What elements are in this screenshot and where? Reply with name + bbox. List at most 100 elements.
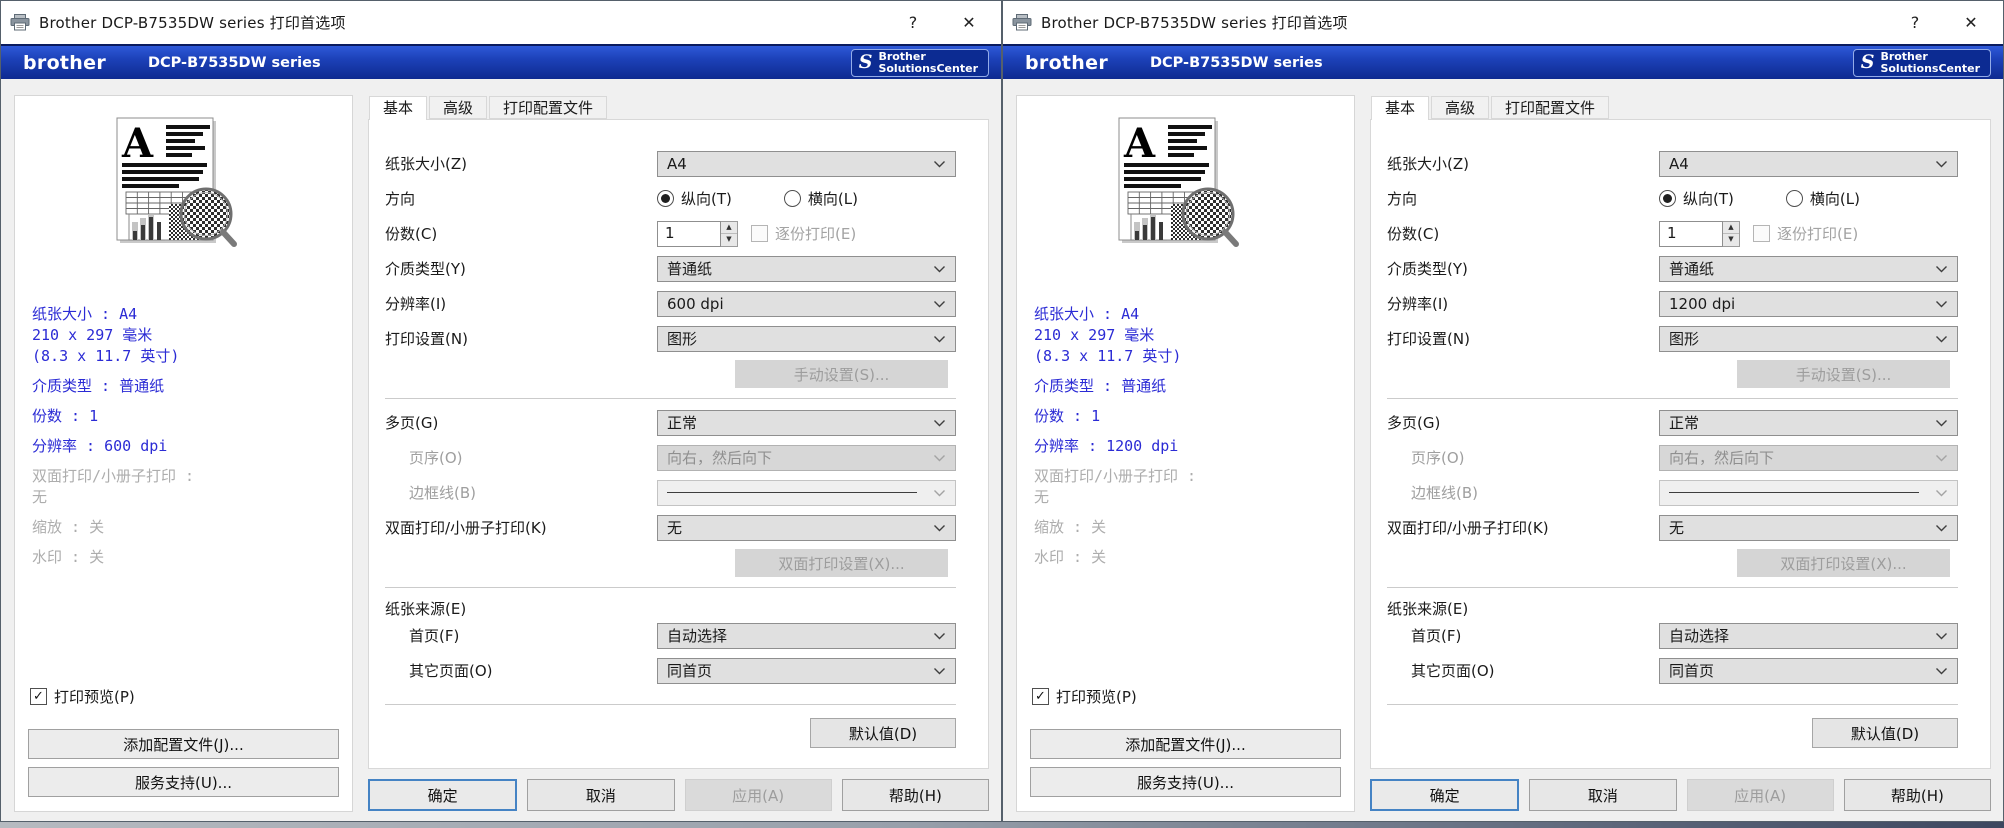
titlebar-help-button[interactable]: ? — [885, 1, 941, 44]
copies-label: 份数(C) — [1387, 225, 1440, 243]
print-settings-select[interactable]: 图形 — [657, 325, 956, 352]
duplex-select[interactable]: 无 — [1659, 514, 1958, 541]
tab-print-profiles[interactable]: 打印配置文件 — [489, 96, 608, 119]
collate-checkbox — [751, 225, 768, 242]
summary-dimensions-mm: 210 x 297 毫米 — [1034, 326, 1155, 344]
defaults-button[interactable]: 默认值(D) — [810, 718, 956, 748]
tab-basic[interactable]: 基本 — [1371, 96, 1430, 120]
solutions-center-button[interactable]: S Brother SolutionsCenter — [1852, 48, 1991, 77]
multiple-page-select[interactable]: 正常 — [657, 409, 956, 436]
apply-button: 应用(A) — [1686, 779, 1834, 811]
page-order-select: 向右，然后向下 — [657, 444, 956, 471]
multiple-page-label: 多页(G) — [385, 414, 439, 432]
chevron-down-icon — [1936, 454, 1947, 461]
summary-dimensions-inch: (8.3 x 11.7 英寸) — [1034, 347, 1182, 365]
brother-banner: brother DCP-B7535DW series S Brother Sol… — [1003, 44, 2003, 79]
help-button[interactable]: 帮助(H) — [1843, 779, 1991, 811]
chevron-down-icon — [934, 419, 945, 426]
copies-stepper: 1 ▲ ▼ — [1659, 220, 1740, 247]
media-type-select[interactable]: 普通纸 — [1659, 255, 1958, 282]
chevron-down-icon — [1936, 667, 1947, 674]
tab-print-profiles[interactable]: 打印配置文件 — [1491, 96, 1610, 119]
summary-duplex: 双面打印/小册子打印 : — [32, 467, 195, 485]
window-titlebar: Brother DCP-B7535DW series 打印首选项 ? ✕ — [1003, 1, 2003, 44]
printer-model-label: DCP-B7535DW series — [148, 54, 321, 71]
chevron-down-icon — [934, 454, 945, 461]
add-profile-button[interactable]: 添加配置文件(J)... — [28, 729, 339, 759]
copies-decrement-button[interactable]: ▼ — [721, 234, 737, 246]
paper-size-select[interactable]: A4 — [657, 150, 956, 177]
summary-copies: 份数 : 1 — [32, 407, 99, 425]
chevron-down-icon — [1936, 524, 1947, 531]
add-profile-button[interactable]: 添加配置文件(J)... — [1030, 729, 1341, 759]
tab-advanced[interactable]: 高级 — [1431, 96, 1490, 119]
help-button[interactable]: 帮助(H) — [841, 779, 989, 811]
radio-selected-icon — [1659, 190, 1676, 207]
other-pages-select[interactable]: 同首页 — [1659, 657, 1958, 684]
tab-advanced[interactable]: 高级 — [429, 96, 488, 119]
summary-resolution: 分辨率 : 1200 dpi — [1034, 437, 1179, 455]
copies-decrement-button[interactable]: ▼ — [1723, 234, 1739, 246]
copies-increment-button[interactable]: ▲ — [721, 221, 737, 234]
multiple-page-select[interactable]: 正常 — [1659, 409, 1958, 436]
cancel-button[interactable]: 取消 — [1529, 779, 1677, 811]
summary-paper-size: 纸张大小 : A4 — [1034, 305, 1140, 323]
paper-size-label: 纸张大小(Z) — [385, 155, 467, 173]
support-button[interactable]: 服务支持(U)... — [1030, 767, 1341, 797]
cancel-button[interactable]: 取消 — [527, 779, 675, 811]
summary-watermark: 水印 : 关 — [32, 548, 105, 566]
media-type-label: 介质类型(Y) — [1387, 260, 1468, 278]
orientation-landscape-radio[interactable]: 横向(L) — [783, 188, 858, 209]
solutions-center-label: Brother SolutionsCenter — [878, 49, 978, 75]
summary-resolution: 分辨率 : 600 dpi — [32, 437, 168, 455]
svg-text:A: A — [1123, 120, 1156, 167]
solutions-center-button[interactable]: S Brother SolutionsCenter — [850, 48, 989, 77]
chevron-down-icon — [1936, 632, 1947, 639]
orientation-portrait-radio[interactable]: 纵向(T) — [1659, 188, 1734, 209]
support-button[interactable]: 服务支持(U)... — [28, 767, 339, 797]
print-settings-select[interactable]: 图形 — [1659, 325, 1958, 352]
orientation-portrait-radio[interactable]: 纵向(T) — [657, 188, 732, 209]
resolution-select[interactable]: 1200 dpi — [1659, 290, 1958, 317]
chevron-down-icon — [1936, 489, 1947, 496]
titlebar-close-button[interactable]: ✕ — [1943, 1, 1999, 44]
chevron-down-icon — [1936, 300, 1947, 307]
printer-icon — [1012, 14, 1032, 31]
titlebar-help-button[interactable]: ? — [1887, 1, 1943, 44]
copies-increment-button[interactable]: ▲ — [1723, 221, 1739, 234]
tab-basic[interactable]: 基本 — [369, 96, 428, 120]
border-line-sample — [667, 492, 917, 493]
titlebar-close-button[interactable]: ✕ — [941, 1, 997, 44]
copies-input[interactable]: 1 — [657, 220, 721, 247]
ok-button[interactable]: 确定 — [1370, 779, 1520, 811]
summary-media-type: 介质类型 : 普通纸 — [1034, 377, 1167, 395]
collate-label: 逐份打印(E) — [1777, 225, 1859, 243]
resolution-select[interactable]: 600 dpi — [657, 290, 956, 317]
copies-input[interactable]: 1 — [1659, 220, 1723, 247]
duplex-settings-button: 双面打印设置(X)... — [1737, 549, 1950, 577]
chevron-down-icon — [934, 265, 945, 272]
summary-watermark: 水印 : 关 — [1034, 548, 1107, 566]
print-preview-checkbox[interactable]: ✓ 打印预览(P) — [1032, 686, 1354, 707]
paper-size-select[interactable]: A4 — [1659, 150, 1958, 177]
print-preview-checkbox[interactable]: ✓ 打印预览(P) — [30, 686, 352, 707]
duplex-label: 双面打印/小册子打印(K) — [1387, 519, 1549, 537]
settings-summary: 纸张大小 : A4 210 x 297 毫米 (8.3 x 11.7 英寸) 介… — [1034, 304, 1354, 568]
media-type-select[interactable]: 普通纸 — [657, 255, 956, 282]
brother-logo: brother — [1025, 51, 1108, 74]
border-line-label: 边框线(B) — [1411, 484, 1478, 502]
defaults-button[interactable]: 默认值(D) — [1812, 718, 1958, 748]
first-page-select[interactable]: 自动选择 — [1659, 622, 1958, 649]
other-pages-select[interactable]: 同首页 — [657, 657, 956, 684]
settings-summary: 纸张大小 : A4 210 x 297 毫米 (8.3 x 11.7 英寸) 介… — [32, 304, 352, 568]
manual-settings-button: 手动设置(S)... — [735, 360, 948, 388]
first-page-select[interactable]: 自动选择 — [657, 622, 956, 649]
orientation-label: 方向 — [385, 190, 416, 208]
orientation-landscape-radio[interactable]: 横向(L) — [1785, 188, 1860, 209]
window-title: Brother DCP-B7535DW series 打印首选项 — [39, 14, 346, 32]
summary-dimensions-mm: 210 x 297 毫米 — [32, 326, 153, 344]
duplex-select[interactable]: 无 — [657, 514, 956, 541]
checkbox-checked-icon: ✓ — [30, 688, 47, 705]
page-order-select: 向右，然后向下 — [1659, 444, 1958, 471]
ok-button[interactable]: 确定 — [368, 779, 518, 811]
